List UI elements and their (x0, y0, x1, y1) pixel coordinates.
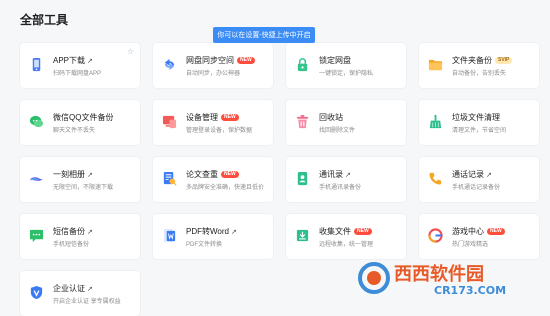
external-link-icon: ↗ (87, 285, 93, 293)
new-badge: NEW (487, 228, 505, 235)
external-link-icon: ↗ (345, 171, 351, 179)
tool-desc: 多品牌安全准确，快速且低价 (186, 185, 265, 191)
tool-name: 文件夹备份 (452, 56, 492, 65)
tool-name: APP下载 (53, 56, 86, 65)
tool-card-album[interactable]: 一刻相册 ↗ 无限空间，不限速下载 (20, 157, 140, 202)
tool-card-sync-space[interactable]: 网盘同步空间 NEW 自动同步，办公神器 (153, 43, 273, 88)
tool-desc: 开启企业认证 享专属权益 (53, 299, 121, 305)
tool-card-contacts[interactable]: 通讯录 ↗ 手机通讯录备份 (286, 157, 406, 202)
external-link-icon: ↗ (486, 171, 492, 179)
tool-name: 回收站 (319, 113, 343, 122)
tool-card-pdf-to-word[interactable]: PDF转Word ↗ PDF文件转换 (153, 214, 273, 259)
tool-desc: 找回删除文件 (319, 128, 356, 134)
pdf-icon (162, 228, 177, 243)
tool-desc: 无限空间，不限速下载 (53, 185, 114, 191)
tool-name: 微信QQ文件备份 (53, 113, 114, 122)
contacts-icon (295, 171, 310, 186)
trash-icon (295, 114, 310, 129)
collect-icon (295, 228, 310, 243)
tool-name: 一刻相册 (53, 170, 85, 179)
tool-card-paper-check[interactable]: 论文查重 NEW 多品牌安全准确，快速且低价 (153, 157, 273, 202)
external-link-icon: ↗ (87, 57, 93, 65)
external-link-icon: ↗ (87, 171, 93, 179)
tool-desc: 清理文件，节省空间 (452, 128, 507, 134)
chat-icon (29, 114, 44, 129)
tool-card-enterprise-cert[interactable]: 企业认证 ↗ 开启企业认证 享专属权益 (20, 271, 140, 316)
new-badge: NEW (221, 114, 239, 121)
tool-card-call-log[interactable]: 通话记录 ↗ 手机通话记录备份 (419, 157, 539, 202)
tool-name: 论文查重 (186, 170, 218, 179)
tool-name: 收集文件 (319, 227, 351, 236)
tool-name: 游戏中心 (452, 227, 484, 236)
tooltip: 你可以在设置-快捷上传中开启 (213, 27, 315, 43)
tool-desc: 管理登录设备，保护数据 (186, 128, 253, 134)
tool-name: 通讯录 (319, 170, 343, 179)
tool-desc: 一键锁定，保护隐私 (319, 71, 374, 77)
tool-card-sms-backup[interactable]: 短信备份 ↗ 手机短信备份 (20, 214, 140, 259)
folder-icon (428, 57, 443, 72)
svip-badge: SVIP (495, 57, 513, 64)
tool-name: 企业认证 (53, 284, 85, 293)
tool-card-junk-clean[interactable]: 垃圾文件清理 清理文件，节省空间 (419, 100, 539, 145)
tool-desc: 热门游戏精选 (452, 242, 489, 248)
new-badge: NEW (354, 228, 372, 235)
watermark-brand: 西西软件园 (394, 263, 484, 285)
tool-name: 通话记录 (452, 170, 484, 179)
tool-desc: PDF文件转换 (186, 242, 223, 248)
tool-desc: 扫码下载网盘APP (53, 71, 102, 77)
tool-card-app-download[interactable]: APP下载 ↗ 扫码下载网盘APP ☆ (20, 43, 140, 88)
watermark-logo: 西西软件园 CR173.COM (358, 262, 506, 297)
tool-card-game-center[interactable]: 游戏中心 NEW 热门游戏精选 (419, 214, 539, 259)
star-icon[interactable]: ☆ (127, 47, 134, 56)
tool-desc: 自动备份，告别丢失 (452, 71, 507, 77)
tool-card-chat-backup[interactable]: 微信QQ文件备份 聊天文件不丢失 (20, 100, 140, 145)
device-icon (162, 114, 177, 129)
tool-name: 网盘同步空间 (186, 56, 234, 65)
tool-card-recycle-bin[interactable]: 回收站 找回删除文件 (286, 100, 406, 145)
tool-desc: 聊天文件不丢失 (53, 128, 96, 134)
tool-name: PDF转Word (186, 227, 229, 236)
tool-desc: 自动同步，办公神器 (186, 71, 241, 77)
tool-card-device-manage[interactable]: 设备管理 NEW 管理登录设备，保护数据 (153, 100, 273, 145)
external-link-icon: ↗ (230, 228, 237, 236)
broom-icon (428, 114, 443, 129)
tool-desc: 手机通话记录备份 (452, 185, 501, 191)
tool-card-folder-backup[interactable]: 文件夹备份 SVIP 自动备份，告别丢失 (419, 43, 539, 88)
tool-desc: 手机短信备份 (53, 242, 90, 248)
paper-icon (162, 171, 177, 186)
external-link-icon: ↗ (87, 228, 93, 236)
tool-name: 锁定网盘 (319, 56, 351, 65)
new-badge: NEW (221, 171, 239, 178)
phone-icon (29, 57, 44, 72)
new-badge: NEW (237, 57, 255, 64)
watermark-domain: CR173.COM (434, 284, 506, 297)
tool-name: 垃圾文件清理 (452, 113, 500, 122)
tool-desc: 远程收集，统一管理 (319, 242, 374, 248)
tool-card-lock-disk[interactable]: 锁定网盘 一键锁定，保护隐私 (286, 43, 406, 88)
tool-name: 设备管理 (186, 113, 218, 122)
tool-name: 短信备份 (53, 227, 85, 236)
sync-icon (162, 57, 177, 72)
game-icon (428, 228, 443, 243)
sms-icon (29, 228, 44, 243)
album-icon (29, 171, 44, 186)
tool-desc: 手机通讯录备份 (319, 185, 362, 191)
tool-card-collect-files[interactable]: 收集文件 NEW 远程收集，统一管理 (286, 214, 406, 259)
lock-icon (295, 57, 310, 72)
page-title: 全部工具 (20, 13, 69, 27)
call-icon (428, 171, 443, 186)
shield-icon (29, 285, 44, 300)
